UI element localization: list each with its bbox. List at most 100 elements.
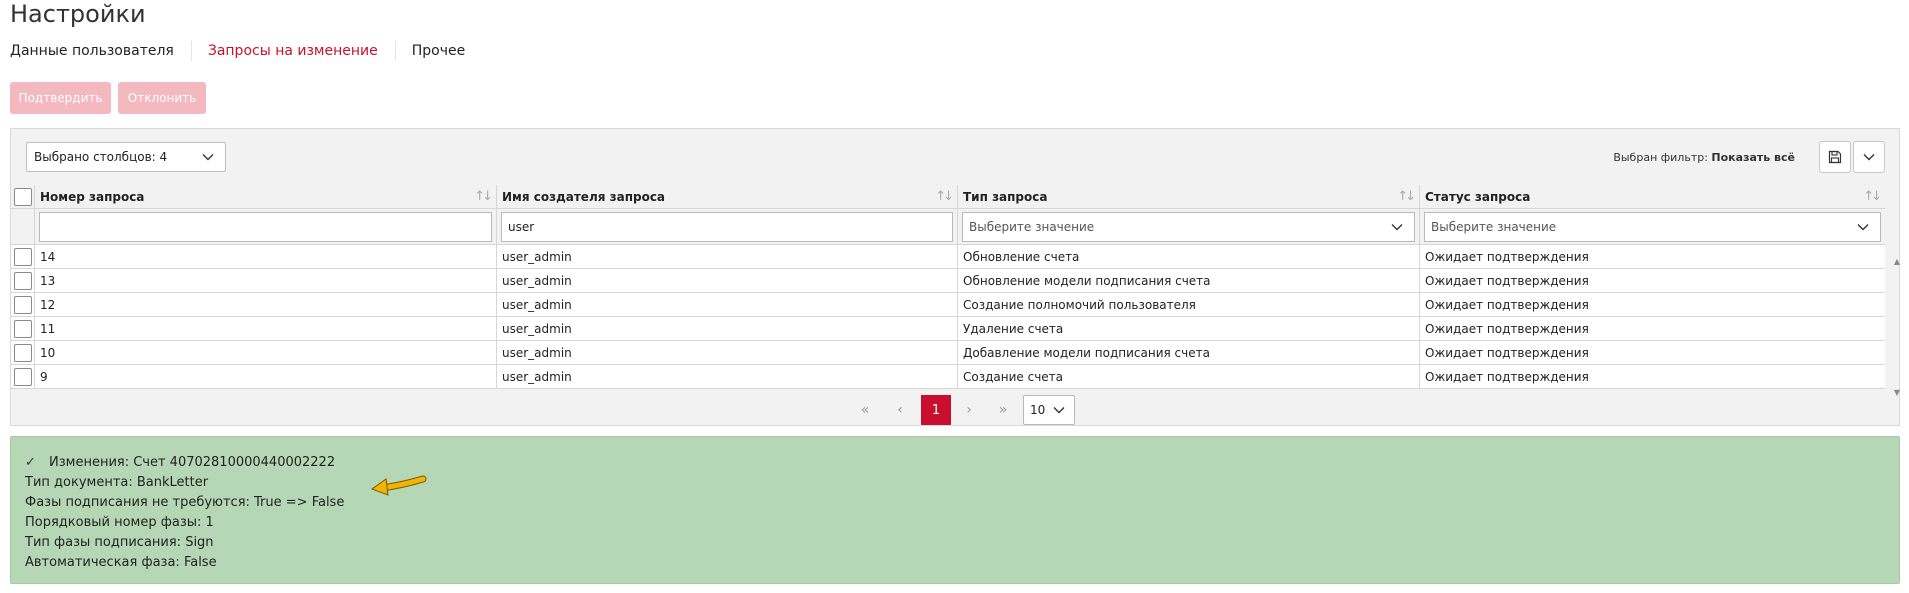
cell-type: Создание счета xyxy=(958,365,1420,389)
tabs: Данные пользователя Запросы на изменение… xyxy=(10,41,499,61)
detail-line: Порядковый номер фазы: 1 xyxy=(25,515,214,530)
cell-number: 13 xyxy=(35,269,497,293)
detail-line: Автоматическая фаза: False xyxy=(25,555,217,570)
page-size-select[interactable]: 10 xyxy=(1023,395,1075,425)
detail-line: Тип фазы подписания: Sign xyxy=(25,535,214,550)
change-details-panel: ✓ Изменения: Счет 40702810000440002222 Ти… xyxy=(10,436,1900,584)
cell-creator: user_admin xyxy=(497,365,958,389)
row-checkbox[interactable] xyxy=(14,296,32,314)
filter-cell-creator: user xyxy=(497,209,958,245)
row-select-cell xyxy=(11,269,35,293)
filter-info: Выбран фильтр: Показать всё xyxy=(1613,151,1795,164)
pagination: « ‹ 1 › » 10 xyxy=(11,395,1899,425)
cell-status: Ожидает подтверждения xyxy=(1420,245,1885,269)
row-checkbox[interactable] xyxy=(14,272,32,290)
filter-cell-type: Выберите значение xyxy=(958,209,1420,245)
filter-cell-status: Выберите значение xyxy=(1420,209,1885,245)
column-header-status[interactable]: Статус запроса ↑↓ xyxy=(1420,185,1885,209)
table-row[interactable]: 13 user_admin Обновление модели подписан… xyxy=(11,269,1885,293)
sort-icon[interactable]: ↑↓ xyxy=(474,189,493,204)
creator-filter-input[interactable]: user xyxy=(501,212,953,242)
row-checkbox[interactable] xyxy=(14,368,32,386)
tab-user-data[interactable]: Данные пользователя xyxy=(10,41,192,61)
table-row[interactable]: 9 user_admin Создание счета Ожидает подт… xyxy=(11,365,1885,389)
column-header-label: Тип запроса xyxy=(963,190,1048,204)
chevron-down-icon xyxy=(1863,154,1875,161)
tab-other[interactable]: Прочее xyxy=(412,43,483,59)
page-size-value: 10 xyxy=(1030,403,1046,417)
cell-type: Удаление счета xyxy=(958,317,1420,341)
cell-number: 9 xyxy=(35,365,497,389)
row-select-cell xyxy=(11,293,35,317)
row-select-cell xyxy=(11,365,35,389)
settings-page: Настройки Данные пользователя Запросы на… xyxy=(0,0,1909,593)
status-filter-placeholder: Выберите значение xyxy=(1431,220,1557,234)
cell-creator: user_admin xyxy=(497,269,958,293)
row-checkbox[interactable] xyxy=(14,248,32,266)
save-filter-button[interactable] xyxy=(1819,141,1851,173)
requests-table: Номер запроса ↑↓ Имя создателя запроса ↑↓ … xyxy=(11,185,1885,389)
cell-creator: user_admin xyxy=(497,245,958,269)
prev-page-button[interactable]: ‹ xyxy=(885,395,915,425)
select-all-cell xyxy=(11,185,35,209)
cell-number: 10 xyxy=(35,341,497,365)
confirm-button[interactable]: Подтвердить xyxy=(10,82,111,114)
cell-creator: user_admin xyxy=(497,317,958,341)
sort-icon[interactable]: ↑↓ xyxy=(1397,189,1416,204)
status-filter-select[interactable]: Выберите значение xyxy=(1424,212,1881,242)
filter-info-label: Выбран фильтр: xyxy=(1613,151,1708,164)
first-page-button[interactable]: « xyxy=(850,395,880,425)
arrow-left-annotation-icon xyxy=(370,475,427,496)
row-select-cell xyxy=(11,245,35,269)
table-row[interactable]: 14 user_admin Обновление счета Ожидает п… xyxy=(11,245,1885,269)
check-icon: ✓ xyxy=(25,455,36,470)
next-page-button[interactable]: › xyxy=(954,395,984,425)
chevron-down-icon xyxy=(1052,403,1066,420)
columns-select-label: Выбрано столбцов: 4 xyxy=(34,150,168,164)
detail-line: Фазы подписания не требуются: True => Fa… xyxy=(25,495,345,510)
number-filter-input[interactable] xyxy=(39,212,492,242)
cell-status: Ожидает подтверждения xyxy=(1420,293,1885,317)
columns-select[interactable]: Выбрано столбцов: 4 xyxy=(26,142,226,172)
sort-icon[interactable]: ↑↓ xyxy=(1863,189,1882,204)
column-header-label: Статус запроса xyxy=(1425,190,1531,204)
cell-type: Добавление модели подписания счета xyxy=(958,341,1420,365)
save-icon xyxy=(1828,150,1842,164)
details-header: ✓ Изменения: Счет 40702810000440002222 xyxy=(25,453,1899,473)
column-header-label: Имя создателя запроса xyxy=(502,190,666,204)
table-row[interactable]: 12 user_admin Создание полномочий пользо… xyxy=(11,293,1885,317)
cell-creator: user_admin xyxy=(497,341,958,365)
cell-status: Ожидает подтверждения xyxy=(1420,365,1885,389)
scroll-up-icon[interactable]: ▲ xyxy=(1891,257,1903,266)
filter-cell-empty xyxy=(11,209,35,245)
vertical-scrollbar[interactable]: ▲ ▼ xyxy=(1885,257,1900,397)
detail-line: Тип документа: BankLetter xyxy=(25,475,209,490)
sort-icon[interactable]: ↑↓ xyxy=(935,189,954,204)
row-checkbox[interactable] xyxy=(14,344,32,362)
filter-info-value: Показать всё xyxy=(1711,151,1795,164)
cell-number: 14 xyxy=(35,245,497,269)
cell-status: Ожидает подтверждения xyxy=(1420,317,1885,341)
column-header-creator[interactable]: Имя создателя запроса ↑↓ xyxy=(497,185,958,209)
select-all-checkbox[interactable] xyxy=(14,188,32,206)
cell-status: Ожидает подтверждения xyxy=(1420,341,1885,365)
page-title: Настройки xyxy=(10,0,146,28)
type-filter-select[interactable]: Выберите значение xyxy=(962,212,1415,242)
column-header-number[interactable]: Номер запроса ↑↓ xyxy=(35,185,497,209)
expand-filter-button[interactable] xyxy=(1853,141,1885,173)
column-header-type[interactable]: Тип запроса ↑↓ xyxy=(958,185,1420,209)
row-select-cell xyxy=(11,317,35,341)
table-row[interactable]: 11 user_admin Удаление счета Ожидает под… xyxy=(11,317,1885,341)
cell-type: Обновление модели подписания счета xyxy=(958,269,1420,293)
tab-change-requests[interactable]: Запросы на изменение xyxy=(208,41,396,61)
cell-status: Ожидает подтверждения xyxy=(1420,269,1885,293)
type-filter-placeholder: Выберите значение xyxy=(969,220,1095,234)
last-page-button[interactable]: » xyxy=(988,395,1018,425)
filter-row: user Выберите значение Выберите значение xyxy=(11,209,1885,245)
reject-button[interactable]: Отклонить xyxy=(118,82,206,114)
current-page[interactable]: 1 xyxy=(921,395,951,425)
cell-creator: user_admin xyxy=(497,293,958,317)
table-row[interactable]: 10 user_admin Добавление модели подписан… xyxy=(11,341,1885,365)
row-checkbox[interactable] xyxy=(14,320,32,338)
details-header-text: Изменения: Счет 40702810000440002222 xyxy=(49,455,336,470)
